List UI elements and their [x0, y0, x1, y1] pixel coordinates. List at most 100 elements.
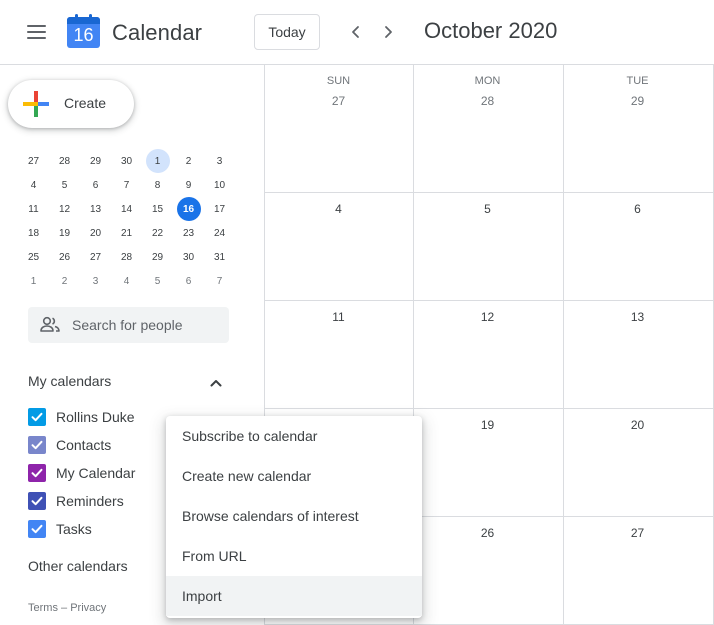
- day-number[interactable]: 5: [413, 202, 562, 216]
- day-number[interactable]: 12: [413, 310, 562, 324]
- mini-calendar-day[interactable]: 4: [18, 173, 49, 197]
- day-number[interactable]: 20: [563, 418, 712, 432]
- mini-calendar-day[interactable]: 27: [80, 245, 111, 269]
- calendar-checkbox[interactable]: [28, 520, 46, 538]
- collapse-my-calendars-button[interactable]: [204, 371, 228, 395]
- add-calendar-menu: Subscribe to calendar Create new calendar…: [166, 416, 422, 618]
- mini-calendar-day[interactable]: 4: [111, 269, 142, 293]
- mini-calendar-day[interactable]: 3: [204, 149, 235, 173]
- calendar-checkbox[interactable]: [28, 436, 46, 454]
- mini-calendar-day[interactable]: 13: [80, 197, 111, 221]
- mini-calendar-week: 27 28 29 30 1 2 3: [18, 149, 251, 173]
- calendar-item[interactable]: My Calendar: [28, 459, 135, 487]
- calendar-item[interactable]: Reminders: [28, 487, 135, 515]
- mini-calendar-day[interactable]: 7: [111, 173, 142, 197]
- main-menu-button[interactable]: [18, 16, 54, 48]
- calendar-item[interactable]: Tasks: [28, 515, 135, 543]
- day-cell[interactable]: [564, 66, 712, 192]
- day-cell[interactable]: [414, 66, 562, 192]
- mini-calendar-day[interactable]: 22: [142, 221, 173, 245]
- mini-calendar-day[interactable]: 28: [49, 149, 80, 173]
- calendar-logo-icon[interactable]: 16: [67, 14, 101, 48]
- mini-calendar-day[interactable]: 14: [111, 197, 142, 221]
- menu-item-browse-calendars-of-interest[interactable]: Browse calendars of interest: [166, 496, 422, 536]
- people-search-box[interactable]: [28, 307, 229, 343]
- mini-calendar-day[interactable]: 15: [142, 197, 173, 221]
- mini-calendar-day[interactable]: 1: [18, 269, 49, 293]
- mini-calendar-day[interactable]: 28: [111, 245, 142, 269]
- mini-calendar-day[interactable]: 8: [142, 173, 173, 197]
- mini-calendar-day[interactable]: 29: [80, 149, 111, 173]
- mini-calendar-day[interactable]: 3: [80, 269, 111, 293]
- mini-calendar-day[interactable]: 2: [173, 149, 204, 173]
- create-button[interactable]: Create: [8, 80, 134, 128]
- mini-calendar-day[interactable]: 6: [80, 173, 111, 197]
- checkmark-icon: [31, 496, 43, 506]
- next-period-button[interactable]: [374, 18, 402, 46]
- mini-calendar-week: 4 5 6 7 8 9 10: [18, 173, 251, 197]
- previous-period-button[interactable]: [342, 18, 370, 46]
- menu-item-subscribe-to-calendar[interactable]: Subscribe to calendar: [166, 416, 422, 456]
- mini-calendar-day[interactable]: 26: [49, 245, 80, 269]
- mini-calendar-day[interactable]: 20: [80, 221, 111, 245]
- footer-separator: –: [61, 602, 68, 614]
- menu-item-import[interactable]: Import: [166, 576, 422, 616]
- mini-calendar-day[interactable]: 5: [49, 173, 80, 197]
- mini-calendar-day[interactable]: 30: [111, 149, 142, 173]
- mini-calendar-day[interactable]: 18: [18, 221, 49, 245]
- mini-calendar-day[interactable]: 19: [49, 221, 80, 245]
- day-number[interactable]: 27: [563, 526, 712, 540]
- current-month-title: October 2020: [424, 18, 558, 43]
- day-number[interactable]: 19: [413, 418, 562, 432]
- privacy-link[interactable]: Privacy: [70, 602, 106, 614]
- day-number[interactable]: 28: [413, 94, 562, 108]
- mini-calendar-day[interactable]: 25: [18, 245, 49, 269]
- mini-calendar-day[interactable]: 2: [49, 269, 80, 293]
- create-button-label: Create: [64, 95, 107, 111]
- menu-item-from-url[interactable]: From URL: [166, 536, 422, 576]
- calendar-item[interactable]: Rollins Duke: [28, 403, 135, 431]
- plus-icon: [23, 91, 49, 117]
- calendar-label: My Calendar: [56, 465, 136, 481]
- my-calendars-header[interactable]: My calendars: [28, 373, 111, 389]
- day-number[interactable]: 13: [563, 310, 712, 324]
- day-number[interactable]: 27: [264, 94, 413, 108]
- mini-calendar-day[interactable]: 10: [204, 173, 235, 197]
- chevron-left-icon: [352, 26, 359, 38]
- calendar-checkbox[interactable]: [28, 492, 46, 510]
- mini-calendar-day[interactable]: 9: [173, 173, 204, 197]
- mini-calendar-day[interactable]: 1: [142, 149, 173, 173]
- other-calendars-header[interactable]: Other calendars: [28, 558, 128, 574]
- today-button[interactable]: Today: [254, 14, 320, 50]
- calendar-label: Reminders: [56, 493, 124, 509]
- mini-calendar-day[interactable]: 29: [142, 245, 173, 269]
- day-number[interactable]: 4: [264, 202, 413, 216]
- day-number[interactable]: 6: [563, 202, 712, 216]
- mini-calendar-day[interactable]: 17: [204, 197, 235, 221]
- mini-calendar-day[interactable]: 24: [204, 221, 235, 245]
- mini-calendar-day[interactable]: 30: [173, 245, 204, 269]
- calendar-checkbox[interactable]: [28, 408, 46, 426]
- mini-calendar-day[interactable]: 23: [173, 221, 204, 245]
- day-number[interactable]: 26: [413, 526, 562, 540]
- mini-calendar-day[interactable]: 16: [173, 197, 204, 221]
- mini-calendar-day[interactable]: 12: [49, 197, 80, 221]
- menu-item-create-new-calendar[interactable]: Create new calendar: [166, 456, 422, 496]
- mini-calendar-day[interactable]: 5: [142, 269, 173, 293]
- day-number[interactable]: 29: [563, 94, 712, 108]
- mini-calendar-day[interactable]: 7: [204, 269, 235, 293]
- calendar-item[interactable]: Contacts: [28, 431, 135, 459]
- mini-calendar: 27 28 29 30 1 2 3 4 5 6 7 8 9 10 11 12 13 14 15 16 17 18 19 20 2…: [18, 149, 251, 293]
- mini-calendar-day[interactable]: 6: [173, 269, 204, 293]
- terms-link[interactable]: Terms: [28, 602, 58, 614]
- mini-calendar-day[interactable]: 27: [18, 149, 49, 173]
- day-cell[interactable]: [265, 66, 413, 192]
- calendar-checkbox[interactable]: [28, 464, 46, 482]
- people-search-input[interactable]: [72, 307, 222, 343]
- day-number[interactable]: 11: [264, 310, 413, 324]
- logo-day-number: 16: [73, 25, 94, 45]
- people-icon: [40, 316, 60, 332]
- mini-calendar-day[interactable]: 21: [111, 221, 142, 245]
- mini-calendar-day[interactable]: 11: [18, 197, 49, 221]
- mini-calendar-day[interactable]: 31: [204, 245, 235, 269]
